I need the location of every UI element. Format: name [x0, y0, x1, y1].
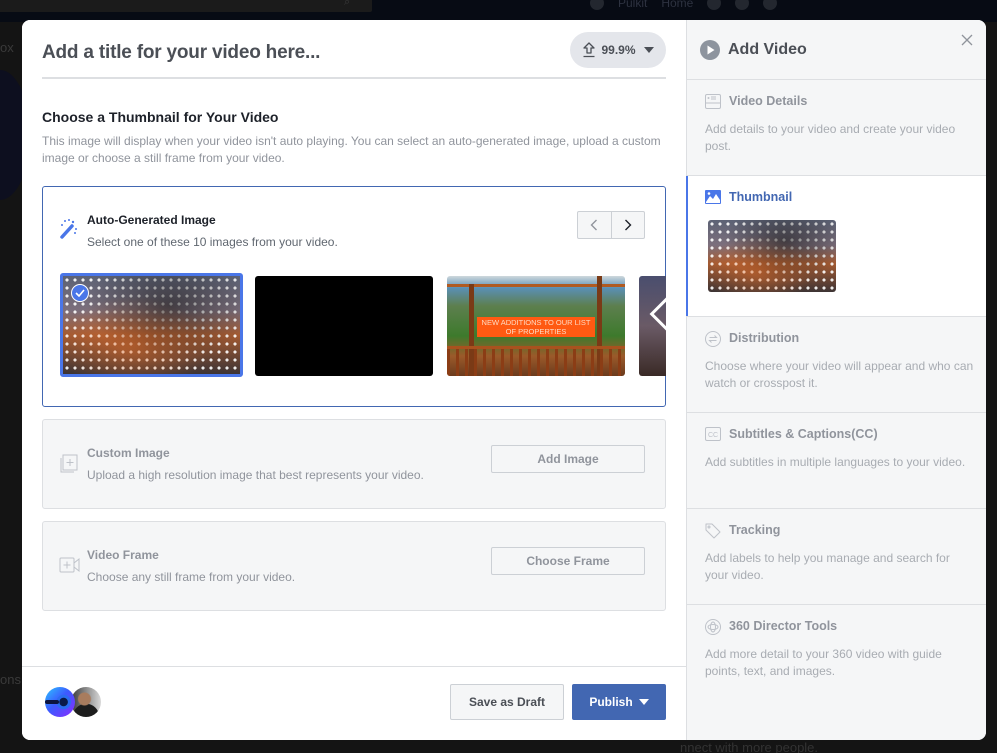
- upload-progress-text: 99.9%: [601, 43, 636, 57]
- choose-frame-button[interactable]: Choose Frame: [491, 547, 645, 575]
- page-avatar[interactable]: [45, 687, 75, 717]
- svg-text:CC: CC: [708, 432, 718, 439]
- magic-wand-icon: [59, 218, 79, 245]
- 360-icon: [705, 619, 721, 640]
- auto-generated-card[interactable]: Auto-Generated Image Select one of these…: [42, 186, 666, 407]
- step-title: Tracking: [729, 523, 781, 537]
- main-panel: Add a title for your video here... 99.9%…: [22, 20, 686, 740]
- background-nav: Pulkit Home: [590, 0, 778, 10]
- background-avatar: [590, 0, 604, 10]
- next-button[interactable]: [610, 212, 645, 238]
- custom-image-title: Custom Image: [87, 446, 170, 460]
- thumbnail-option[interactable]: [255, 276, 433, 376]
- step-description: Add labels to help you manage and search…: [705, 551, 950, 582]
- sidebar-header: Add Video: [687, 20, 986, 80]
- step-title: Thumbnail: [729, 190, 793, 204]
- selected-thumbnail-preview: [708, 220, 836, 292]
- main-header: Add a title for your video here... 99.9%: [42, 20, 666, 79]
- sidebar-step-360-director[interactable]: 360 Director Tools Add more detail to yo…: [687, 605, 986, 701]
- video-frame-subtitle: Choose any still frame from your video.: [87, 570, 296, 584]
- step-title: Subtitles & Captions(CC): [729, 427, 878, 441]
- search-icon: ⌕: [344, 0, 351, 8]
- upload-icon: [582, 42, 596, 58]
- play-icon: [700, 40, 720, 65]
- background-text: ons: [0, 672, 21, 687]
- messenger-icon: [735, 0, 750, 10]
- background-nav-user: Pulkit: [618, 0, 648, 10]
- thumbnail-section-description: This image will display when your video …: [42, 134, 661, 165]
- background-text: nnect with more people.: [680, 740, 819, 753]
- caret-down-icon: [643, 47, 654, 53]
- video-title-input[interactable]: Add a title for your video here...: [42, 42, 320, 64]
- modal-footer: Save as Draft Publish: [22, 666, 686, 740]
- add-video-frame-icon: [59, 556, 81, 579]
- step-description: Choose where your video will appear and …: [705, 359, 974, 390]
- thumbnail-overlay-text: NEW ADDITIONS TO OUR LIST OF PROPERTIES: [477, 317, 595, 337]
- custom-image-card: Custom Image Upload a high resolution im…: [42, 419, 666, 509]
- add-video-modal: Add a title for your video here... 99.9%…: [22, 20, 986, 740]
- close-button[interactable]: [959, 32, 975, 48]
- sidebar-title: Add Video: [728, 41, 807, 58]
- sidebar-step-subtitles[interactable]: CC Subtitles & Captions(CC) Add subtitle…: [687, 413, 986, 509]
- background-nav-home: Home: [661, 0, 694, 10]
- previous-button[interactable]: [578, 212, 611, 238]
- publish-button[interactable]: Publish: [572, 684, 666, 720]
- video-frame-card: Video Frame Choose any still frame from …: [42, 521, 666, 611]
- thumbnail-option-selected[interactable]: [60, 273, 243, 377]
- thumbnail-section-title: Choose a Thumbnail for Your Video: [42, 109, 279, 125]
- thumbnail-option[interactable]: [639, 276, 666, 376]
- video-frame-title: Video Frame: [87, 548, 159, 562]
- step-title: 360 Director Tools: [729, 619, 838, 633]
- step-description: Add subtitles in multiple languages to y…: [705, 455, 966, 469]
- thumbnail-carousel: NEW ADDITIONS TO OUR LIST OF PROPERTIES: [60, 273, 666, 377]
- thumbnail-image-detail: [447, 346, 625, 376]
- sidebar-step-tracking[interactable]: Tracking Add labels to help you manage a…: [687, 509, 986, 605]
- add-image-button[interactable]: Add Image: [491, 445, 645, 473]
- chevron-left-icon: [590, 219, 598, 231]
- add-image-icon: [59, 454, 79, 479]
- background-text: ox: [0, 40, 14, 55]
- auto-generated-title: Auto-Generated Image: [87, 213, 216, 227]
- user-avatar[interactable]: [71, 687, 101, 717]
- tag-icon: [705, 523, 721, 544]
- save-as-draft-button[interactable]: Save as Draft: [450, 684, 564, 720]
- sidebar-step-video-details[interactable]: Video Details Add details to your video …: [687, 80, 986, 176]
- sidebar-step-distribution[interactable]: Distribution Choose where your video wil…: [687, 317, 986, 413]
- sidebar-step-thumbnail[interactable]: Thumbnail: [686, 176, 986, 317]
- chevron-right-icon: [624, 219, 632, 231]
- upload-progress-button[interactable]: 99.9%: [570, 32, 666, 68]
- step-title: Video Details: [729, 94, 808, 108]
- auto-generated-subtitle: Select one of these 10 images from your …: [87, 235, 338, 249]
- thumbnail-option[interactable]: NEW ADDITIONS TO OUR LIST OF PROPERTIES: [447, 276, 625, 376]
- step-description: Add details to your video and create you…: [705, 122, 956, 153]
- step-description: Add more detail to your 360 video with g…: [705, 647, 942, 678]
- custom-image-subtitle: Upload a high resolution image that best…: [87, 468, 424, 482]
- cc-icon: CC: [705, 427, 721, 446]
- thumbnail-pager: [577, 211, 645, 239]
- close-icon: [961, 34, 973, 46]
- steps-sidebar: Add Video Video Details Add details to y…: [686, 20, 986, 740]
- step-title: Distribution: [729, 331, 800, 345]
- distribution-icon: [705, 331, 721, 352]
- background-search-bar: ⌕: [0, 0, 372, 12]
- image-icon: [705, 190, 721, 209]
- publish-label: Publish: [589, 695, 633, 709]
- details-icon: [705, 94, 721, 114]
- checkmark-icon: [71, 284, 89, 302]
- notifications-icon: [763, 0, 778, 10]
- friends-icon: [707, 0, 722, 10]
- caret-down-icon: [638, 699, 649, 705]
